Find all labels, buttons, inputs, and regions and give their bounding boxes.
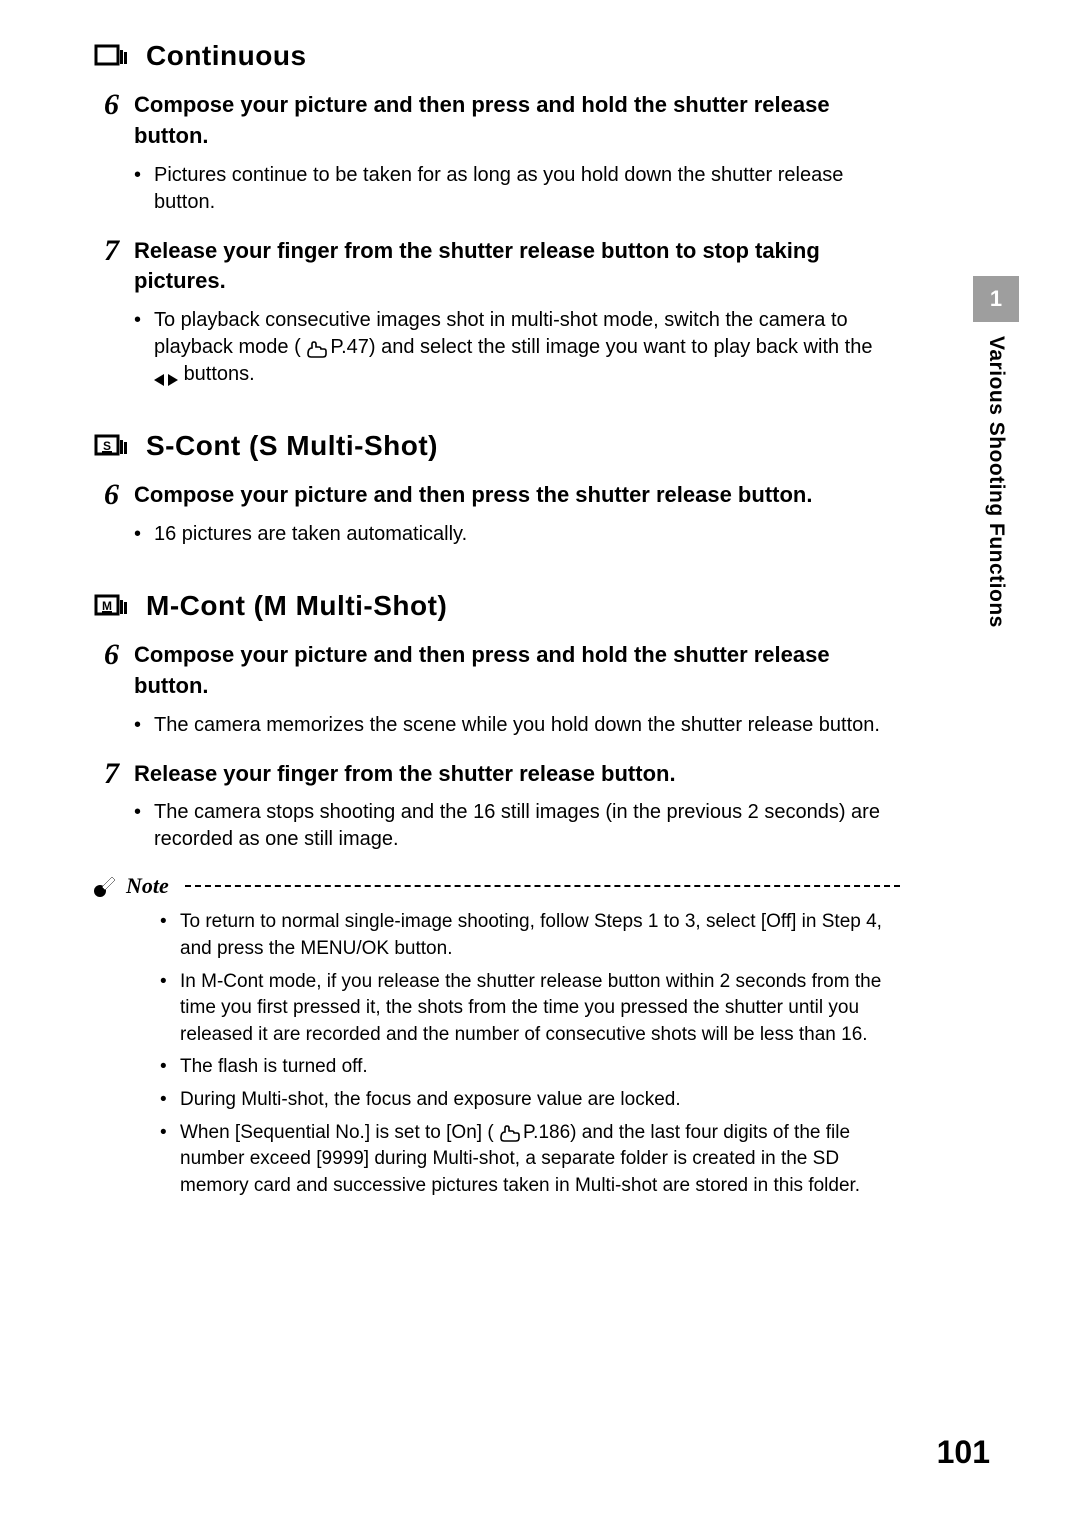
section-heading-continuous: Continuous: [94, 40, 900, 72]
continuous-icon: [94, 42, 128, 70]
step-title: Compose your picture and then press and …: [134, 90, 900, 152]
step-6: 6 Compose your picture and then press an…: [134, 90, 900, 152]
s-mode-icon: S: [94, 432, 128, 460]
note-item: In M-Cont mode, if you release the shutt…: [160, 969, 900, 1049]
section-title: S-Cont (S Multi-Shot): [146, 430, 438, 462]
m-mode-icon: M: [94, 592, 128, 620]
section-heading-mcont: M M-Cont (M Multi-Shot): [94, 590, 900, 622]
note-list: To return to normal single-image shootin…: [160, 909, 900, 1199]
bullet-list: The camera stops shooting and the 16 sti…: [134, 799, 900, 853]
step-7: 7 Release your finger from the shutter r…: [134, 759, 900, 790]
note-block: Note To return to normal single-image sh…: [94, 873, 900, 1199]
note-dash-rule: [185, 885, 900, 888]
step-title: Compose your picture and then press the …: [134, 480, 900, 511]
note-label: Note: [126, 873, 169, 899]
text-fragment: When [Sequential No.] is set to [On] (: [180, 1122, 494, 1143]
note-item: During Multi-shot, the focus and exposur…: [160, 1087, 900, 1114]
bullet-item: The camera memorizes the scene while you…: [134, 712, 900, 739]
step-number: 7: [104, 234, 119, 268]
section-title: M-Cont (M Multi-Shot): [146, 590, 447, 622]
manual-page: Continuous 6 Compose your picture and th…: [0, 0, 1080, 1521]
left-right-arrows-icon: [154, 368, 178, 382]
step-number: 6: [104, 478, 119, 512]
bullet-list: 16 pictures are taken automatically.: [134, 521, 900, 548]
section-heading-scont: S S-Cont (S Multi-Shot): [94, 430, 900, 462]
chapter-number-box: 1: [973, 276, 1019, 322]
step-title: Release your finger from the shutter rel…: [134, 236, 900, 298]
note-item-sequential: When [Sequential No.] is set to [On] ( P…: [160, 1120, 900, 1200]
chapter-tab: 1 Various Shooting Functions: [972, 276, 1020, 628]
bullet-item: 16 pictures are taken automatically.: [134, 521, 900, 548]
step-title: Release your finger from the shutter rel…: [134, 759, 900, 790]
step-7: 7 Release your finger from the shutter r…: [134, 236, 900, 298]
step-number: 6: [104, 88, 119, 122]
note-item: The flash is turned off.: [160, 1054, 900, 1081]
step-6: 6 Compose your picture and then press th…: [134, 480, 900, 511]
page-ref: P.186: [523, 1122, 570, 1143]
page-content: Continuous 6 Compose your picture and th…: [100, 40, 900, 1205]
bullet-list: The camera memorizes the scene while you…: [134, 712, 900, 739]
text-fragment: buttons.: [184, 363, 255, 385]
section-title: Continuous: [146, 40, 307, 72]
page-ref: P.47: [330, 336, 369, 358]
chapter-title: Various Shooting Functions: [984, 336, 1008, 628]
note-item: To return to normal single-image shootin…: [160, 909, 900, 962]
svg-text:S: S: [103, 439, 111, 453]
step-number: 6: [104, 638, 119, 672]
bullet-list: Pictures continue to be taken for as lon…: [134, 162, 900, 216]
bullet-item-playback: To playback consecutive images shot in m…: [134, 307, 900, 388]
pencil-icon: [94, 875, 116, 897]
step-title: Compose your picture and then press and …: [134, 640, 900, 702]
note-header: Note: [94, 873, 900, 899]
svg-text:M: M: [102, 599, 112, 613]
chapter-number: 1: [990, 286, 1002, 312]
bullet-item: The camera stops shooting and the 16 sti…: [134, 799, 900, 853]
text-fragment: ) and select the still image you want to…: [369, 336, 873, 358]
step-6: 6 Compose your picture and then press an…: [134, 640, 900, 702]
bullet-list: To playback consecutive images shot in m…: [134, 307, 900, 388]
step-number: 7: [104, 757, 119, 791]
bullet-item: Pictures continue to be taken for as lon…: [134, 162, 900, 216]
page-number: 101: [937, 1434, 990, 1471]
reference-hand-icon: [306, 339, 330, 357]
reference-hand-icon: [499, 1124, 523, 1142]
